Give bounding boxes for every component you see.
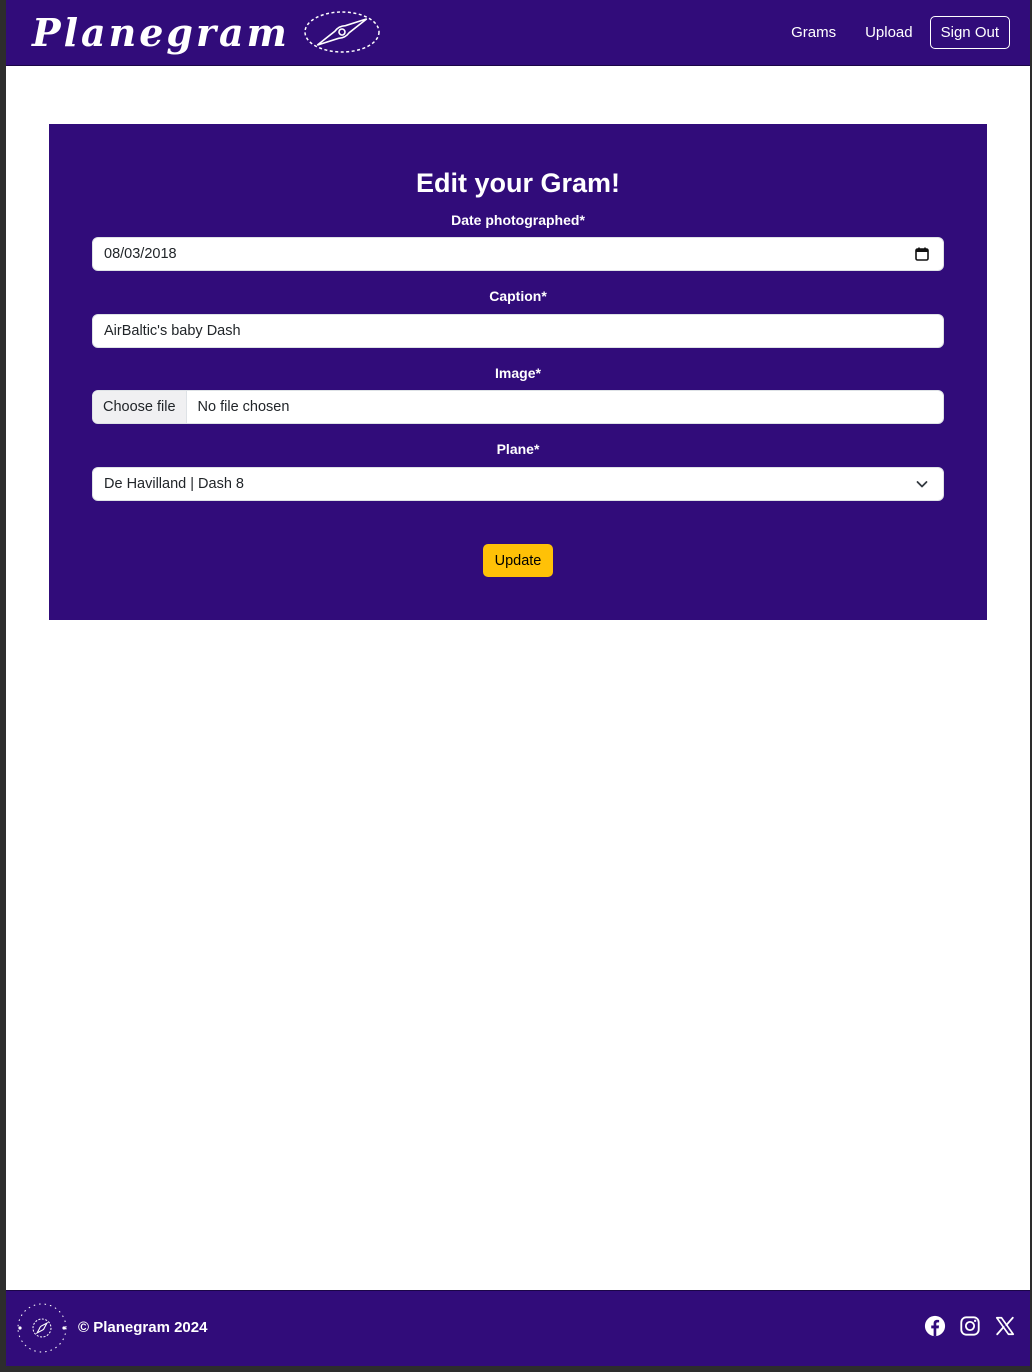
caption-label: Caption* — [489, 288, 547, 304]
date-value: 08/03/2018 — [104, 246, 177, 262]
choose-file-button[interactable]: Choose file — [93, 391, 187, 423]
caption-value: AirBaltic's baby Dash — [104, 323, 241, 339]
plane-label: Plane* — [496, 441, 540, 457]
plane-selected-value: De Havilland | Dash 8 — [104, 476, 244, 492]
plane-select[interactable]: De Havilland | Dash 8 — [92, 467, 944, 501]
nav-grams-link[interactable]: Grams — [791, 24, 836, 41]
caption-input[interactable]: AirBaltic's baby Dash — [92, 314, 944, 348]
brand-link[interactable]: Planegram — [32, 6, 382, 58]
date-label: Date photographed* — [451, 212, 585, 228]
facebook-icon[interactable] — [924, 1315, 946, 1337]
chevron-down-icon — [916, 481, 928, 488]
image-file-input[interactable]: Choose file No file chosen — [92, 390, 944, 424]
plane-logo-icon — [304, 11, 380, 53]
social-links — [911, 1315, 1016, 1337]
x-icon[interactable] — [994, 1315, 1016, 1337]
image-label: Image* — [495, 365, 541, 381]
edit-gram-form: Edit your Gram! Date photographed* 08/03… — [49, 124, 987, 620]
update-button[interactable]: Update — [483, 544, 553, 577]
brand-name: Planegram — [32, 9, 290, 55]
date-input[interactable]: 08/03/2018 — [92, 237, 944, 271]
sign-out-button[interactable]: Sign Out — [929, 16, 1010, 49]
nav-links: Grams Upload Sign Out — [762, 16, 1010, 49]
navbar: Planegram Grams Upload Sign Out — [6, 0, 1030, 66]
file-status: No file chosen — [197, 399, 290, 415]
nav-upload-link[interactable]: Upload — [865, 24, 913, 41]
form-title: Edit your Gram! — [415, 168, 621, 198]
calendar-icon[interactable] — [914, 246, 930, 262]
app-window: Planegram Grams Upload Sign Out Edit you… — [6, 0, 1030, 1366]
copyright-text: © Planegram 2024 — [78, 1319, 208, 1336]
planegram-footer-logo — [17, 1303, 67, 1353]
instagram-icon[interactable] — [959, 1315, 981, 1337]
footer: © Planegram 2024 — [6, 1290, 1030, 1366]
